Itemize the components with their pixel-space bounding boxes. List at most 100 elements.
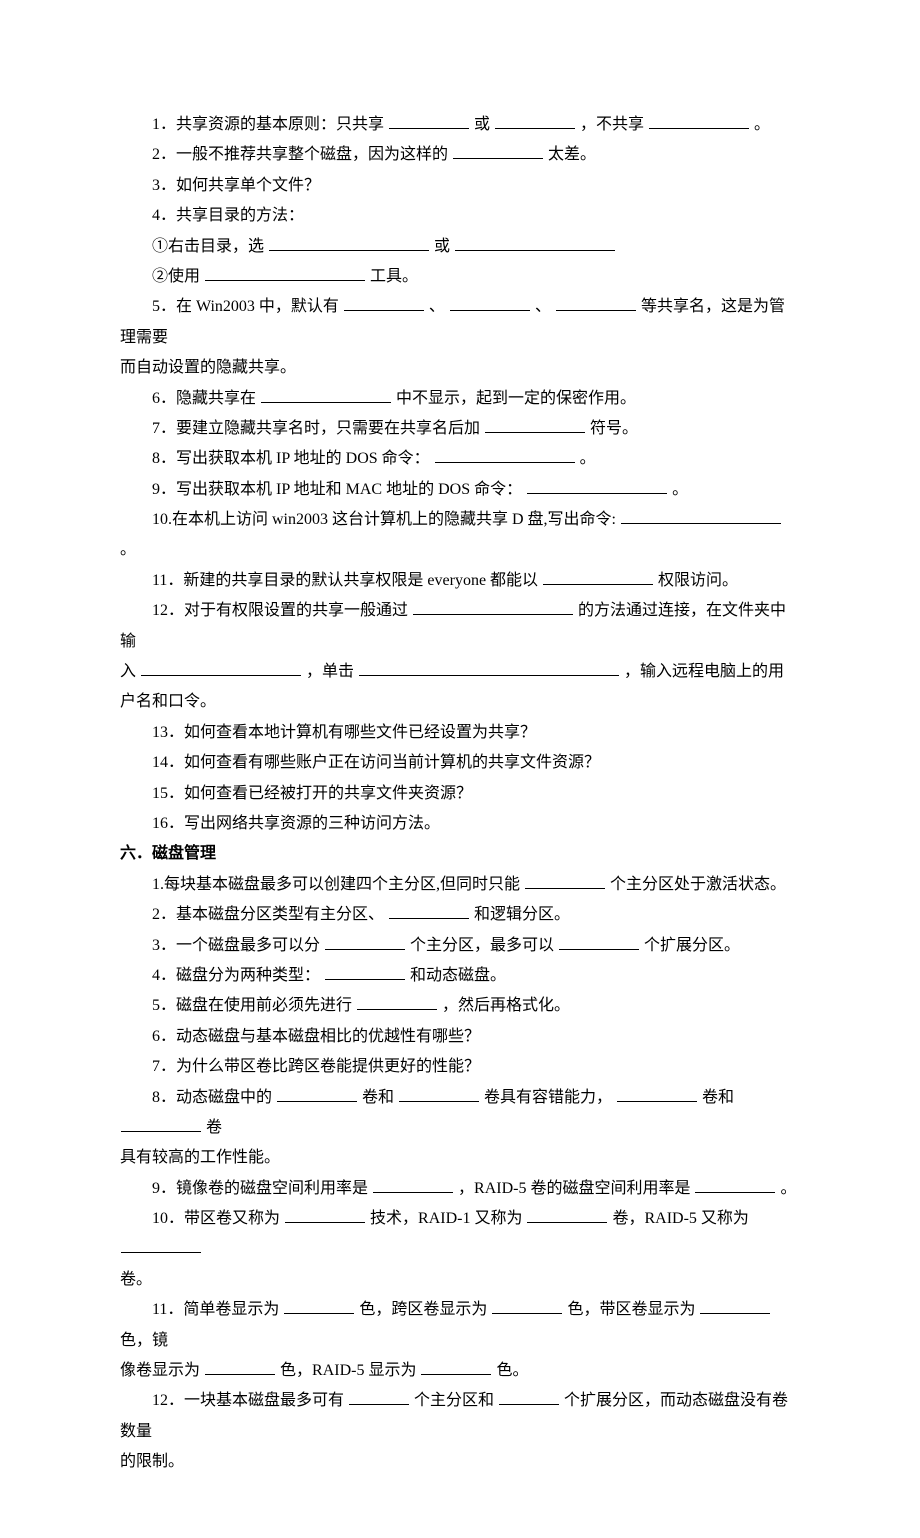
- blank: [373, 1176, 453, 1193]
- s5-q4: 4．共享目录的方法：: [120, 201, 800, 231]
- s5-q8: 8．写出获取本机 IP 地址的 DOS 命令： 。: [120, 444, 800, 474]
- blank: [695, 1176, 775, 1193]
- s6-q1: 1.每块基本磁盘最多可以创建四个主分区,但同时只能 个主分区处于激活状态。: [120, 870, 800, 900]
- text: 5．在 Win2003 中，默认有: [152, 298, 339, 315]
- s6-q11-cont: 像卷显示为 色，RAID-5 显示为 色。: [120, 1356, 800, 1386]
- s5-q4b: ②使用 工具。: [120, 262, 800, 292]
- text: ，单击: [306, 663, 354, 680]
- text: 工具。: [370, 268, 418, 285]
- text: 卷具有容错能力，: [484, 1089, 612, 1106]
- s6-q11: 11．简单卷显示为 色，跨区卷显示为 色，带区卷显示为 色，镜: [120, 1295, 800, 1356]
- s6-q3: 3．一个磁盘最多可以分 个主分区，最多可以 个扩展分区。: [120, 931, 800, 961]
- text: 6．隐藏共享在: [152, 390, 256, 407]
- text: 。: [120, 541, 136, 558]
- text: 1．共享资源的基本原则：只共享: [152, 116, 384, 133]
- text: 卷: [206, 1119, 222, 1136]
- text: 卷，RAID-5 又称为: [612, 1210, 748, 1227]
- text: 2．一般不推荐共享整个磁盘，因为这样的: [152, 146, 448, 163]
- text: 14．如何查看有哪些账户正在访问当前计算机的共享文件资源？: [152, 754, 600, 771]
- text: 卷和: [362, 1089, 394, 1106]
- blank: [284, 1297, 354, 1314]
- blank: [121, 1115, 201, 1132]
- text: 5．磁盘在使用前必须先进行: [152, 997, 352, 1014]
- text: 。: [780, 1180, 796, 1197]
- blank: [325, 963, 405, 980]
- blank: [495, 112, 575, 129]
- text: 个主分区处于激活状态。: [610, 876, 786, 893]
- text: 13．如何查看本地计算机有哪些文件已经设置为共享？: [152, 724, 536, 741]
- s5-q2: 2．一般不推荐共享整个磁盘，因为这样的 太差。: [120, 140, 800, 170]
- text: 12．一块基本磁盘最多可有: [152, 1392, 344, 1409]
- blank: [499, 1388, 559, 1405]
- blank: [455, 234, 615, 251]
- text: 1.每块基本磁盘最多可以创建四个主分区,但同时只能: [152, 876, 520, 893]
- text: 色，跨区卷显示为: [359, 1301, 487, 1318]
- text: 入: [120, 663, 136, 680]
- text: ①右击目录，选: [152, 238, 264, 255]
- s5-q4a: ①右击目录，选 或: [120, 232, 800, 262]
- section6-heading: 六．磁盘管理: [120, 839, 800, 869]
- text: 或: [474, 116, 490, 133]
- text: 8．写出获取本机 IP 地址的 DOS 命令：: [152, 450, 430, 467]
- text: 12．对于有权限设置的共享一般通过: [152, 602, 408, 619]
- text: 3．如何共享单个文件？: [152, 177, 320, 194]
- blank: [527, 1206, 607, 1223]
- text: 、: [429, 298, 445, 315]
- s5-q12: 12．对于有权限设置的共享一般通过 的方法通过连接，在文件夹中输: [120, 596, 800, 657]
- blank: [285, 1206, 365, 1223]
- s6-q12: 12．一块基本磁盘最多可有 个主分区和 个扩展分区，而动态磁盘没有卷数量: [120, 1386, 800, 1447]
- text: 6．动态磁盘与基本磁盘相比的优越性有哪些？: [152, 1028, 480, 1045]
- text: 和动态磁盘。: [410, 967, 506, 984]
- s5-q10: 10.在本机上访问 win2003 这台计算机上的隐藏共享 D 盘,写出命令: …: [120, 505, 800, 566]
- s6-q8: 8．动态磁盘中的 卷和 卷具有容错能力， 卷和 卷: [120, 1083, 800, 1144]
- text: 色，带区卷显示为: [567, 1301, 695, 1318]
- text: 4．共享目录的方法：: [152, 207, 304, 224]
- text: 3．一个磁盘最多可以分: [152, 937, 320, 954]
- s6-q7: 7．为什么带区卷比跨区卷能提供更好的性能？: [120, 1052, 800, 1082]
- s5-q6: 6．隐藏共享在 中不显示，起到一定的保密作用。: [120, 384, 800, 414]
- text: 。: [580, 450, 596, 467]
- blank: [700, 1297, 770, 1314]
- text: ，RAID-5 卷的磁盘空间利用率是: [458, 1180, 690, 1197]
- text: 而自动设置的隐藏共享。: [120, 359, 296, 376]
- s5-q9: 9．写出获取本机 IP 地址和 MAC 地址的 DOS 命令： 。: [120, 475, 800, 505]
- text: 9．写出获取本机 IP 地址和 MAC 地址的 DOS 命令：: [152, 481, 522, 498]
- s5-q12-cont: 入 ，单击 ，输入远程电脑上的用: [120, 657, 800, 687]
- text: 卷。: [120, 1271, 152, 1288]
- text: 技术，RAID-1 又称为: [370, 1210, 522, 1227]
- text: 权限访问。: [658, 572, 738, 589]
- text: ，不共享: [580, 116, 644, 133]
- text: 像卷显示为: [120, 1362, 200, 1379]
- text: 六．磁盘管理: [120, 845, 216, 862]
- text: 9．镜像卷的磁盘空间利用率是: [152, 1180, 368, 1197]
- text: 个扩展分区。: [644, 937, 740, 954]
- s6-q4: 4．磁盘分为两种类型： 和动态磁盘。: [120, 961, 800, 991]
- text: 个主分区，最多可以: [410, 937, 554, 954]
- blank: [527, 477, 667, 494]
- text: 11．简单卷显示为: [152, 1301, 279, 1318]
- document-page: 1．共享资源的基本原则：只共享 或 ，不共享 。 2．一般不推荐共享整个磁盘，因…: [0, 0, 920, 1538]
- s6-q9: 9．镜像卷的磁盘空间利用率是 ，RAID-5 卷的磁盘空间利用率是 。: [120, 1174, 800, 1204]
- text: 符号。: [590, 420, 638, 437]
- blank: [349, 1388, 409, 1405]
- s6-q6: 6．动态磁盘与基本磁盘相比的优越性有哪些？: [120, 1022, 800, 1052]
- blank: [344, 294, 424, 311]
- blank: [325, 933, 405, 950]
- s5-q3: 3．如何共享单个文件？: [120, 171, 800, 201]
- text: 色。: [496, 1362, 528, 1379]
- text: 。: [754, 116, 770, 133]
- text: 和逻辑分区。: [474, 906, 570, 923]
- text: ，输入远程电脑上的用: [624, 663, 784, 680]
- blank: [649, 112, 749, 129]
- text: 15．如何查看已经被打开的共享文件夹资源？: [152, 785, 472, 802]
- blank: [559, 933, 639, 950]
- text: ②使用: [152, 268, 200, 285]
- blank: [277, 1085, 357, 1102]
- text: 色，RAID-5 显示为: [280, 1362, 416, 1379]
- text: 8．动态磁盘中的: [152, 1089, 272, 1106]
- text: 10．带区卷又称为: [152, 1210, 280, 1227]
- blank: [357, 993, 437, 1010]
- blank: [421, 1358, 491, 1375]
- text: 具有较高的工作性能。: [120, 1149, 280, 1166]
- s5-q7: 7．要建立隐藏共享名时，只需要在共享名后加 符号。: [120, 414, 800, 444]
